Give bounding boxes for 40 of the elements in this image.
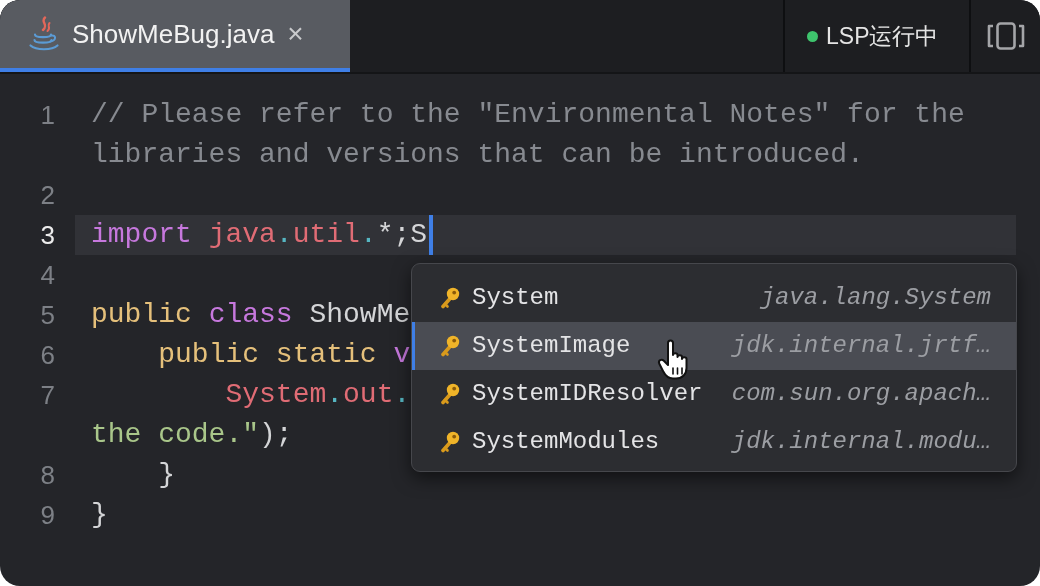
completion-detail: com.sun.org.apach… (731, 379, 991, 409)
code-line: System.out. (225, 378, 411, 412)
key-icon (440, 383, 460, 405)
code-line: the code."); (91, 418, 293, 452)
text-cursor (429, 215, 434, 255)
line-number: 4 (40, 260, 55, 290)
completion-label: SystemImage (472, 331, 631, 361)
completion-label: SystemModules (472, 427, 660, 457)
status-label: LSP运行中 (826, 22, 939, 50)
line-number: 2 (40, 180, 55, 210)
panel-layout-icon (986, 22, 1025, 50)
line-number: 1 (40, 100, 55, 130)
key-icon (440, 287, 460, 309)
line-number: 3 (40, 220, 55, 250)
code-line: } (158, 458, 176, 492)
completion-detail: jdk.internal.jrtf… (731, 331, 991, 361)
line-number: 9 (40, 500, 55, 530)
completion-item[interactable]: SystemImage jdk.internal.jrtf… (412, 322, 1016, 370)
completion-label: SystemIDResolver (472, 379, 703, 409)
file-tab[interactable]: ShowMeBug.java × (0, 0, 350, 72)
completion-detail: jdk.internal.modu… (731, 427, 991, 457)
completion-detail: java.lang.System (760, 283, 991, 313)
close-button[interactable]: × (287, 19, 304, 49)
key-icon (440, 431, 460, 453)
java-cup-icon (28, 16, 60, 52)
completion-item[interactable]: SystemModules jdk.internal.modu… (412, 418, 1016, 466)
code-line: import java.util.*;S (91, 218, 428, 252)
code-line: public static v (158, 338, 411, 372)
completion-item[interactable]: System java.lang.System (412, 274, 1016, 322)
code-line: libraries and versions that can be introduced. (91, 138, 864, 172)
line-number: 7 (40, 380, 55, 410)
line-number: 8 (40, 460, 55, 490)
completion-label: System (472, 283, 559, 313)
line-number: 6 (40, 340, 55, 370)
completion-item[interactable]: SystemIDResolver com.sun.org.apach… (412, 370, 1016, 418)
key-icon (440, 335, 460, 357)
code-line: public class ShowMe (91, 298, 411, 332)
line-number: 5 (40, 300, 55, 330)
code-line: // Please refer to the "Environmental Notes" for the (91, 98, 965, 132)
code-line: } (91, 498, 108, 532)
